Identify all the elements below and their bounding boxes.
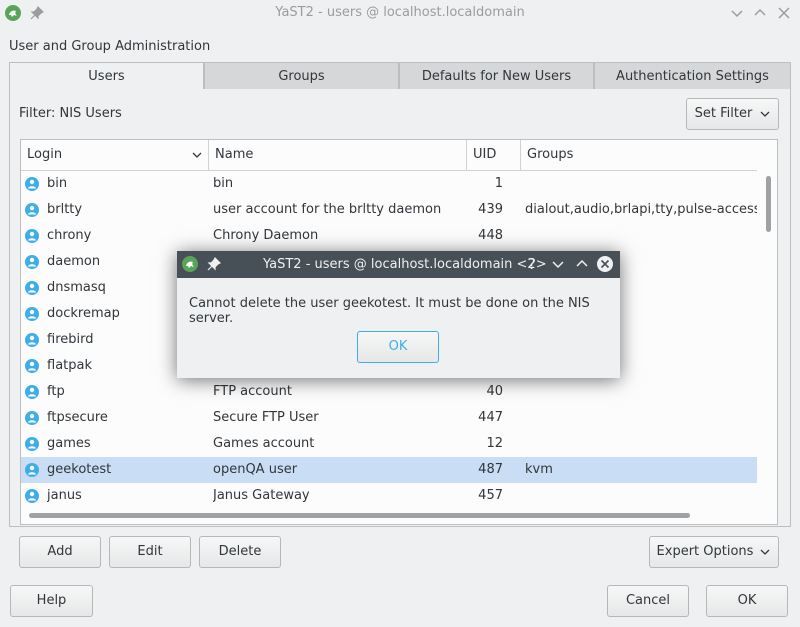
dialog-ok-button[interactable]: OK — [357, 331, 439, 363]
user-icon — [25, 177, 39, 191]
set-filter-label: Set Filter — [694, 106, 753, 121]
table-row[interactable]: bin bin 1 — [21, 171, 757, 197]
add-button[interactable]: Add — [19, 536, 101, 568]
cell-uid: 40 — [486, 384, 503, 399]
expert-options-label: Expert Options — [656, 544, 754, 559]
table-row[interactable]: games Games account 12 — [21, 431, 757, 457]
window-titlebar: YaST2 - users @ localhost.localdomain — [0, 0, 800, 28]
cell-groups — [525, 379, 757, 405]
cell-name: Janus Gateway — [213, 488, 310, 503]
cell-uid: 447 — [478, 410, 503, 425]
delete-button[interactable]: Delete — [199, 536, 281, 568]
table-row[interactable]: geekotest openQA user 487 kvm — [21, 457, 757, 483]
cell-login: games — [47, 436, 91, 451]
column-header-uid[interactable]: UID — [467, 140, 521, 170]
table-header: Login Name UID Groups — [21, 140, 757, 171]
user-icon — [25, 385, 39, 399]
cell-uid: 1 — [494, 176, 503, 191]
user-icon — [25, 281, 39, 295]
dialog-message: Cannot delete the user geekotest. It mus… — [189, 296, 590, 326]
cell-name: bin — [213, 176, 234, 191]
cell-uid: 457 — [478, 488, 503, 503]
cell-login: geekotest — [47, 462, 112, 477]
dialog-title: YaST2 - users @ localhost.localdomain <2… — [263, 257, 547, 272]
sort-chevron-icon — [192, 152, 202, 158]
maximize-icon[interactable] — [751, 4, 769, 22]
edit-button[interactable]: Edit — [109, 536, 191, 568]
cell-name: Secure FTP User — [213, 410, 319, 425]
column-header-name[interactable]: Name — [209, 140, 467, 170]
help-icon[interactable]: ? — [524, 255, 540, 273]
minimize-icon[interactable] — [728, 4, 746, 22]
cell-uid: 12 — [486, 436, 503, 451]
cell-name: FTP account — [213, 384, 292, 399]
filter-label: Filter: NIS Users — [19, 106, 122, 121]
cell-name: Games account — [213, 436, 315, 451]
cell-login: janus — [47, 488, 82, 503]
cell-groups — [525, 223, 757, 249]
tab-users[interactable]: Users — [9, 62, 204, 91]
cell-uid: 487 — [478, 462, 503, 477]
cell-groups: kvm — [525, 462, 553, 477]
user-icon — [25, 489, 39, 503]
help-button[interactable]: Help — [10, 585, 93, 617]
user-icon — [25, 333, 39, 347]
column-header-groups[interactable]: Groups — [521, 140, 757, 170]
cancel-button[interactable]: Cancel — [607, 585, 689, 617]
table-row[interactable]: brltty user account for the brltty daemon… — [21, 197, 757, 223]
table-row[interactable]: chrony Chrony Daemon 448 — [21, 223, 757, 249]
column-label-login: Login — [27, 147, 63, 162]
maximize-icon[interactable] — [573, 255, 591, 273]
window-title: YaST2 - users @ localhost.localdomain — [275, 5, 525, 20]
tab-bar: Users Groups Defaults for New Users Auth… — [9, 62, 791, 91]
tab-groups[interactable]: Groups — [204, 62, 399, 90]
minimize-icon[interactable] — [549, 255, 567, 273]
cell-groups — [525, 483, 757, 509]
close-icon[interactable] — [596, 255, 614, 273]
cell-login: bin — [47, 176, 68, 191]
user-icon — [25, 203, 39, 217]
user-icon — [25, 255, 39, 269]
cell-login: chrony — [47, 228, 92, 243]
dialog-titlebar: YaST2 - users @ localhost.localdomain <2… — [177, 251, 620, 278]
table-row[interactable]: janus Janus Gateway 457 — [21, 483, 757, 509]
section-title: User and Group Administration — [9, 39, 211, 54]
cell-name: Chrony Daemon — [213, 228, 319, 243]
user-icon — [25, 463, 39, 477]
cell-name: user account for the brltty daemon — [213, 202, 442, 217]
cell-name: openQA user — [213, 462, 298, 477]
cell-login: ftp — [47, 384, 65, 399]
yast-app-icon — [182, 256, 198, 272]
cell-login: brltty — [47, 202, 83, 217]
cell-groups — [525, 171, 757, 197]
table-row[interactable]: ftpsecure Secure FTP User 447 — [21, 405, 757, 431]
cell-groups: dialout,audio,brlapi,tty,pulse-access,ro — [525, 202, 757, 217]
close-icon[interactable] — [775, 4, 793, 22]
vertical-scrollbar[interactable] — [766, 176, 771, 232]
user-icon — [25, 411, 39, 425]
cell-uid: 448 — [478, 228, 503, 243]
chevron-down-icon — [760, 111, 770, 117]
error-dialog: YaST2 - users @ localhost.localdomain <2… — [177, 251, 620, 378]
pin-icon[interactable] — [207, 257, 221, 271]
horizontal-scrollbar[interactable] — [29, 513, 690, 518]
chevron-down-icon — [760, 549, 770, 555]
cell-uid: 439 — [478, 202, 503, 217]
user-icon — [25, 229, 39, 243]
expert-options-button[interactable]: Expert Options — [649, 536, 779, 568]
cell-groups — [525, 431, 757, 457]
cell-login: ftpsecure — [47, 410, 108, 425]
tab-authentication-settings[interactable]: Authentication Settings — [594, 62, 791, 90]
table-row[interactable]: ftp FTP account 40 — [21, 379, 757, 405]
user-icon — [25, 307, 39, 321]
column-header-login[interactable]: Login — [21, 140, 209, 170]
set-filter-button[interactable]: Set Filter — [686, 98, 779, 130]
user-icon — [25, 359, 39, 373]
tab-defaults-new-users[interactable]: Defaults for New Users — [399, 62, 594, 90]
user-icon — [25, 437, 39, 451]
cell-groups — [525, 405, 757, 431]
ok-button[interactable]: OK — [706, 585, 788, 617]
